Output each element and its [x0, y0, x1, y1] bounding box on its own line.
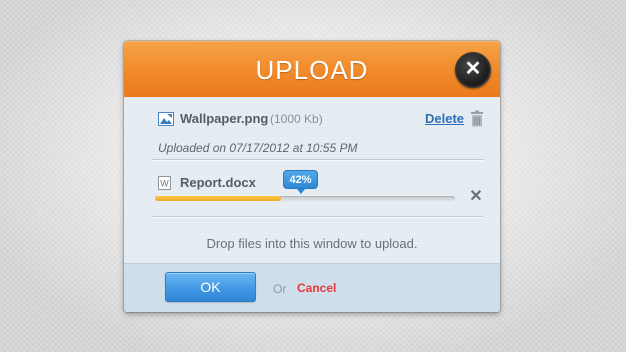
cancel-link[interactable]: Cancel: [297, 281, 336, 295]
progress-percent-badge: 42%: [283, 170, 318, 194]
file-list-area[interactable]: Wallpaper.png (1000 Kb) Delete Uploaded …: [124, 97, 500, 263]
file-size: (1000 Kb): [270, 112, 323, 126]
divider: [152, 159, 484, 161]
file-name: Report.docx: [180, 175, 256, 190]
svg-text:W: W: [160, 179, 169, 189]
trash-icon[interactable]: [470, 110, 484, 127]
dialog-title: UPLOAD: [255, 55, 369, 85]
word-document-icon: W: [158, 176, 171, 190]
or-label: Or: [273, 282, 287, 296]
divider: [152, 216, 484, 218]
dialog-header: UPLOAD ✕: [124, 41, 500, 97]
file-item-wallpaper: Wallpaper.png (1000 Kb) Delete: [158, 110, 488, 129]
remove-x-icon: ✕: [469, 188, 483, 205]
drop-hint: Drop files into this window to upload.: [206, 236, 418, 251]
image-file-icon: [158, 112, 174, 126]
upload-dialog: UPLOAD ✕ Wallpaper.png (1000 Kb) Delete: [124, 41, 500, 312]
dialog-footer: OK Or Cancel: [124, 263, 500, 312]
progress-bar-fill: [155, 196, 281, 201]
remove-file-button[interactable]: ✕: [469, 188, 483, 205]
file-name: Wallpaper.png: [180, 111, 269, 126]
delete-link[interactable]: Delete: [425, 111, 464, 126]
close-icon: ✕: [464, 58, 482, 80]
upload-timestamp: Uploaded on 07/17/2012 at 10:55 PM: [158, 141, 358, 155]
progress-bar: [155, 196, 455, 201]
ok-button[interactable]: OK: [165, 272, 256, 302]
close-button[interactable]: ✕: [455, 52, 491, 88]
